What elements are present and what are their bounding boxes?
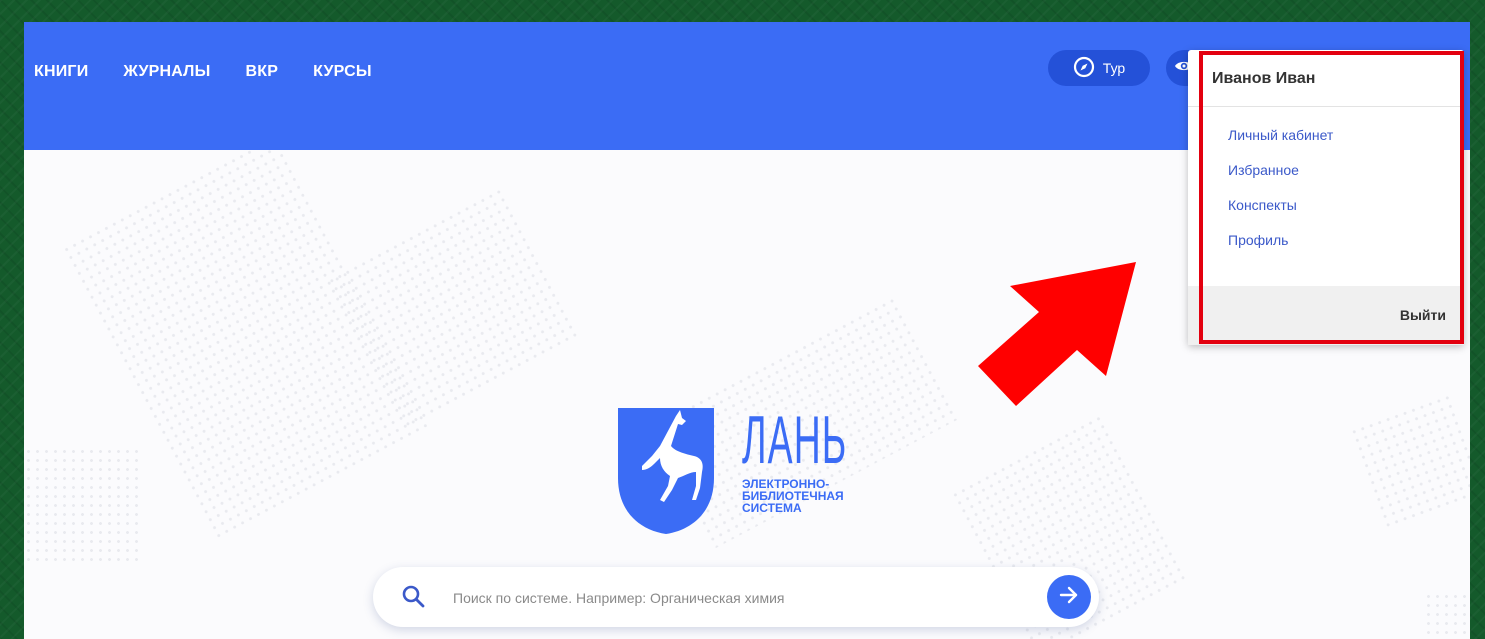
nav-books[interactable]: КНИГИ [34, 63, 88, 81]
main-nav: КНИГИ ЖУРНАЛЫ ВКР КУРСЫ [34, 63, 407, 81]
deer-shield-icon [618, 408, 714, 534]
page: КНИГИ ЖУРНАЛЫ ВКР КУРСЫ Тур Иванов Иван … [24, 22, 1470, 639]
nav-theses[interactable]: ВКР [245, 63, 278, 81]
tour-label: Тур [1102, 60, 1126, 76]
red-arrow-annotation [976, 258, 1141, 413]
tour-button[interactable]: Тур [1048, 50, 1150, 86]
dot-pattern-decor [1424, 592, 1470, 639]
brand-subtitle-3: СИСТЕМА [742, 501, 802, 515]
dot-pattern-decor [24, 447, 144, 567]
compass-icon [1073, 56, 1095, 81]
arrow-right-icon [1058, 584, 1080, 611]
search-icon [401, 584, 425, 613]
logo-text: ЛАНЬ ЭЛЕКТРОННО- БИБЛИОТЕЧНАЯ СИСТЕМА [742, 406, 902, 514]
search-submit-button[interactable] [1047, 575, 1091, 619]
dot-pattern-decor [1348, 391, 1470, 533]
highlight-frame [1199, 51, 1464, 344]
nav-courses[interactable]: КУРСЫ [313, 63, 372, 81]
search-bar [373, 567, 1099, 627]
nav-journals[interactable]: ЖУРНАЛЫ [123, 63, 210, 81]
search-input[interactable] [451, 585, 1015, 611]
brand-name: ЛАНЬ [742, 402, 848, 478]
